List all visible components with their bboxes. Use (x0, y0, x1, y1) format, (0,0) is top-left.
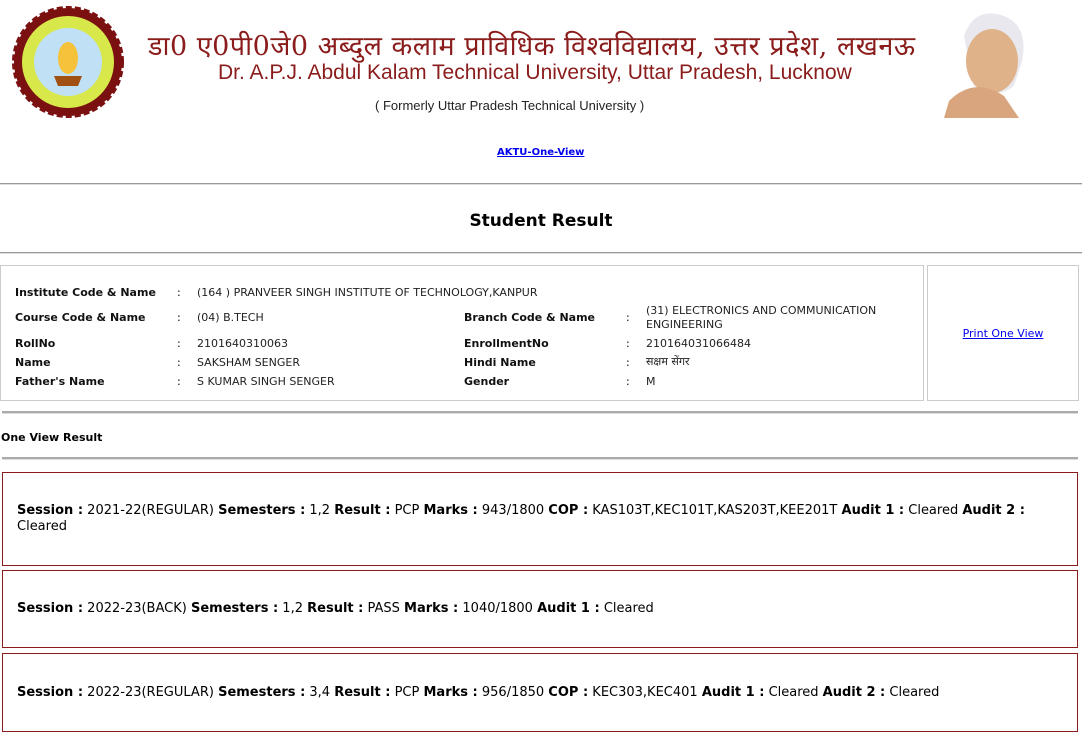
colon: : (177, 286, 181, 299)
student-info-panel: Institute Code & Name : (164 ) PRANVEER … (0, 265, 924, 401)
apj-kalam-portrait (944, 13, 1024, 118)
field-label: Audit 2 : (822, 684, 886, 700)
name-label: Name (15, 356, 51, 369)
field-label: Audit 2 : (962, 503, 1025, 518)
father-name-label: Father's Name (15, 375, 105, 388)
field-value: 1,2 (309, 503, 331, 518)
field-label: Marks : (423, 684, 478, 700)
field-value: 2022-23(BACK) (87, 601, 187, 616)
field-label: Result : (334, 503, 391, 518)
university-english-title: Dr. A.P.J. Abdul Kalam Technical Univers… (218, 61, 852, 84)
course-value: (04) B.TECH (197, 311, 264, 324)
field-label: COP : (548, 503, 589, 518)
roll-value: 2101640310063 (197, 337, 288, 350)
colon: : (177, 337, 181, 350)
session-result-card: Session : 2022-23(BACK) Semesters : 1,2 … (2, 570, 1078, 648)
field-label: Session : (17, 684, 84, 700)
university-logo (12, 6, 124, 118)
field-value: KEC303,KEC401 (592, 684, 698, 700)
colon: : (177, 356, 181, 369)
university-hindi-title: डा0 ए0पी0जे0 अब्दुल कलाम प्राविधिक विश्व… (148, 31, 916, 62)
roll-label: RollNo (15, 337, 56, 350)
field-value: Cleared (17, 519, 67, 534)
field-label: Audit 1 : (701, 684, 765, 700)
divider (0, 183, 1082, 185)
divider (0, 252, 1082, 254)
field-label: Result : (307, 601, 364, 616)
field-label: Session : (17, 503, 84, 518)
hindi-name-label: Hindi Name (464, 356, 536, 369)
field-value: PCP (394, 684, 420, 700)
field-value: PCP (394, 503, 420, 518)
field-label: Semesters : (218, 503, 306, 518)
field-value: PASS (367, 601, 400, 616)
name-value: SAKSHAM SENGER (197, 356, 300, 369)
field-value: 2021-22(REGULAR) (87, 503, 214, 518)
field-label: Audit 1 : (841, 503, 905, 518)
session-result-text: Session : 2021-22(REGULAR) Semesters : 1… (17, 503, 1063, 535)
field-label: Audit 1 : (537, 601, 600, 616)
colon: : (177, 375, 181, 388)
print-one-view-link[interactable]: Print One View (963, 327, 1044, 340)
field-value: 1040/1800 (462, 601, 533, 616)
session-result-card: Session : 2021-22(REGULAR) Semesters : 1… (2, 472, 1078, 566)
colon: : (626, 375, 630, 388)
institute-label: Institute Code & Name (15, 286, 156, 299)
field-value: 3,4 (309, 684, 331, 700)
page-title: Student Result (469, 211, 613, 231)
colon: : (177, 311, 181, 324)
field-value: Cleared (889, 684, 940, 700)
field-label: COP : (548, 684, 589, 700)
branch-value: (31) ELECTRONICS AND COMMUNICATION ENGIN… (646, 304, 877, 331)
course-label: Course Code & Name (15, 311, 146, 324)
field-value: 2022-23(REGULAR) (87, 684, 214, 700)
field-value: Cleared (908, 503, 959, 518)
session-result-text: Session : 2022-23(REGULAR) Semesters : 3… (17, 685, 939, 701)
field-label: Marks : (404, 601, 459, 616)
field-value: Cleared (768, 684, 819, 700)
gender-value: M (646, 375, 656, 388)
aktu-one-view-link[interactable]: AKTU-One-View (497, 147, 584, 158)
formerly-text: ( Formerly Uttar Pradesh Technical Unive… (375, 98, 645, 113)
field-value: 943/1800 (481, 503, 545, 518)
gender-label: Gender (464, 375, 510, 388)
enrollment-value: 210164031066484 (646, 337, 751, 350)
section-title: One View Result (1, 431, 103, 444)
father-name-value: S KUMAR SINGH SENGER (197, 375, 335, 388)
colon: : (626, 337, 630, 350)
field-label: Semesters : (190, 601, 279, 616)
field-label: Result : (334, 684, 391, 700)
enrollment-label: EnrollmentNo (464, 337, 549, 350)
divider (2, 411, 1078, 414)
field-label: Semesters : (218, 684, 306, 700)
field-value: 956/1850 (481, 684, 545, 700)
session-result-text: Session : 2022-23(BACK) Semesters : 1,2 … (17, 601, 654, 617)
session-result-card: Session : 2022-23(REGULAR) Semesters : 3… (2, 653, 1078, 732)
branch-label: Branch Code & Name (464, 311, 596, 324)
field-value: KAS103T,KEC101T,KAS203T,KEE201T (592, 503, 838, 518)
field-label: Marks : (423, 503, 478, 518)
colon: : (626, 311, 630, 324)
field-value: 1,2 (282, 601, 303, 616)
hindi-name-value: सक्षम सेंगर (646, 355, 690, 368)
print-panel: Print One View (927, 265, 1079, 401)
divider (2, 457, 1078, 460)
field-label: Session : (17, 601, 84, 616)
field-value: Cleared (603, 601, 654, 616)
institute-value: (164 ) PRANVEER SINGH INSTITUTE OF TECHN… (197, 286, 538, 299)
colon: : (626, 356, 630, 369)
